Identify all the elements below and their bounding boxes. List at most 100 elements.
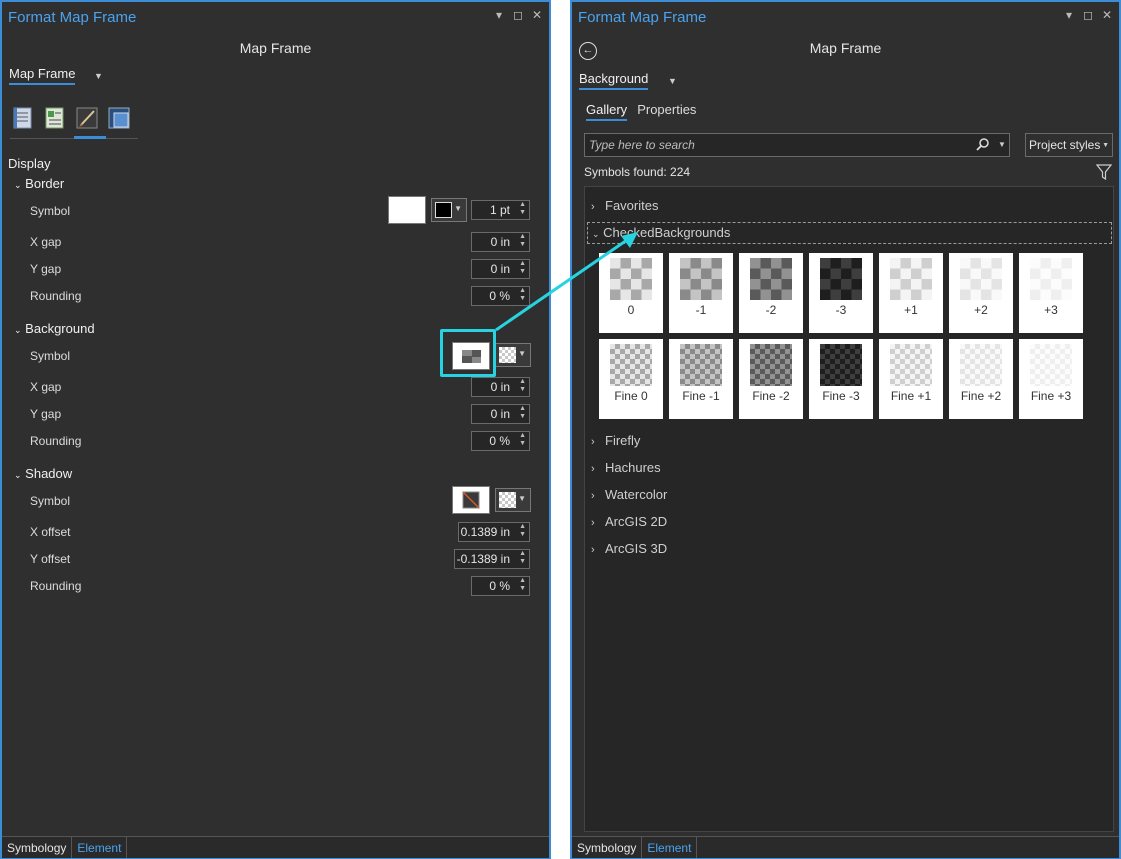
- style-select[interactable]: Project styles ▼: [1025, 133, 1113, 157]
- spinner-arrows-icon[interactable]: ▲ ▼: [519, 523, 526, 539]
- shadow-section-header[interactable]: ⌄ Shadow: [14, 466, 72, 481]
- category-arcgis-2d[interactable]: › ArcGIS 2D: [591, 514, 667, 529]
- symbol-tile[interactable]: +2: [949, 253, 1013, 333]
- display-brush-icon[interactable]: [75, 106, 99, 130]
- symbol-tile[interactable]: Fine -3: [809, 339, 873, 419]
- border-color-dropdown[interactable]: ▼: [431, 198, 467, 222]
- close-icon[interactable]: ✕: [531, 8, 543, 22]
- category-firefly[interactable]: › Firefly: [591, 433, 640, 448]
- checker-pattern-icon: [750, 344, 792, 386]
- tab-element[interactable]: Element: [642, 837, 698, 858]
- shadow-symbol-preview[interactable]: [452, 486, 490, 514]
- chevron-right-icon: ›: [591, 490, 595, 502]
- symbol-tile[interactable]: Fine +1: [879, 339, 943, 419]
- spinner-arrows-icon[interactable]: ▲ ▼: [519, 405, 526, 421]
- shadow-xoffset-spinner[interactable]: 0.1389 in ▲ ▼: [458, 522, 530, 542]
- tab-symbology[interactable]: Symbology: [2, 837, 73, 858]
- background-color-dropdown[interactable]: ▼: [495, 343, 531, 367]
- element-dropdown[interactable]: Map Frame: [9, 66, 76, 85]
- checker-pattern-icon: [1030, 344, 1072, 386]
- spinner-arrows-icon[interactable]: ▲ ▼: [519, 378, 526, 394]
- background-symbol-label: Symbol: [30, 349, 71, 363]
- pane-menu-icon[interactable]: ▾: [493, 8, 505, 22]
- symbol-tile[interactable]: Fine +2: [949, 339, 1013, 419]
- symbol-tile[interactable]: Fine -2: [739, 339, 803, 419]
- border-rounding-spinner[interactable]: 0 % ▲ ▼: [471, 286, 530, 306]
- border-symbol-preview[interactable]: [388, 196, 426, 224]
- map-frame-properties-icon[interactable]: [43, 106, 67, 130]
- tile-label: 0: [627, 303, 635, 317]
- shadow-yoffset-spinner[interactable]: -0.1389 in ▲ ▼: [454, 549, 530, 569]
- tile-label: -3: [835, 303, 847, 317]
- chevron-down-icon[interactable]: ▼: [94, 71, 103, 81]
- chevron-down-icon[interactable]: ▼: [668, 76, 677, 86]
- shadow-symbol-label: Symbol: [30, 494, 71, 508]
- tile-label: Fine -1: [682, 389, 720, 403]
- chevron-right-icon: ›: [591, 436, 595, 448]
- search-input[interactable]: [589, 137, 959, 153]
- pane-menu-icon[interactable]: ▾: [1063, 8, 1075, 22]
- chevron-down-icon: ▼: [454, 204, 462, 213]
- maximize-icon[interactable]: ◻: [1082, 8, 1094, 22]
- search-icon[interactable]: [976, 138, 990, 152]
- symbol-tile[interactable]: +3: [1019, 253, 1083, 333]
- format-map-frame-pane-left: Format Map Frame ▾ ◻ ✕ Map Frame Map Fra…: [0, 0, 551, 859]
- symbol-tile[interactable]: Fine -1: [669, 339, 733, 419]
- symbol-tile[interactable]: Fine +3: [1019, 339, 1083, 419]
- tile-label: +2: [974, 303, 988, 317]
- category-hachures[interactable]: › Hachures: [591, 460, 661, 475]
- background-rounding-spinner[interactable]: 0 % ▲ ▼: [471, 431, 530, 451]
- shadow-yoffset-value: -0.1389 in: [456, 552, 510, 566]
- tile-label: +1: [904, 303, 918, 317]
- category-arcgis-3d[interactable]: › ArcGIS 3D: [591, 541, 667, 556]
- category-watercolor[interactable]: › Watercolor: [591, 487, 667, 502]
- border-ygap-spinner[interactable]: 0 in ▲ ▼: [471, 259, 530, 279]
- tab-gallery[interactable]: Gallery: [586, 102, 628, 121]
- symbol-tile[interactable]: -3: [809, 253, 873, 333]
- spinner-arrows-icon[interactable]: ▲ ▼: [519, 201, 526, 217]
- spinner-arrows-icon[interactable]: ▲ ▼: [519, 577, 526, 593]
- background-xgap-spinner[interactable]: 0 in ▲ ▼: [471, 377, 530, 397]
- symbol-target-dropdown[interactable]: Background: [579, 71, 649, 90]
- chevron-down-icon[interactable]: ▼: [998, 140, 1006, 149]
- border-rounding-value: 0 %: [489, 289, 510, 303]
- spinner-arrows-icon[interactable]: ▲ ▼: [519, 233, 526, 249]
- symbols-found-count: Symbols found: 224: [584, 165, 691, 179]
- tab-element[interactable]: Element: [72, 837, 128, 858]
- chevron-right-icon: ›: [591, 517, 595, 529]
- spinner-arrows-icon[interactable]: ▲ ▼: [519, 260, 526, 276]
- spinner-arrows-icon[interactable]: ▲ ▼: [519, 287, 526, 303]
- tab-properties[interactable]: Properties: [637, 102, 696, 121]
- symbol-tile[interactable]: -2: [739, 253, 803, 333]
- shadow-xoffset-value: 0.1389 in: [460, 525, 510, 539]
- background-section-header[interactable]: ⌄ Background: [14, 321, 95, 336]
- spinner-arrows-icon[interactable]: ▲ ▼: [519, 432, 526, 448]
- background-rounding-value: 0 %: [489, 434, 510, 448]
- checker-pattern-icon: [680, 344, 722, 386]
- maximize-icon[interactable]: ◻: [512, 8, 524, 22]
- shadow-yoffset-label: Y offset: [30, 552, 71, 566]
- category-favorites[interactable]: › Favorites: [591, 198, 658, 213]
- spinner-arrows-icon[interactable]: ▲ ▼: [519, 550, 526, 566]
- border-xgap-spinner[interactable]: 0 in ▲ ▼: [471, 232, 530, 252]
- symbol-tile[interactable]: +1: [879, 253, 943, 333]
- tab-symbology[interactable]: Symbology: [572, 837, 643, 858]
- options-icon[interactable]: [11, 106, 35, 130]
- background-ygap-spinner[interactable]: 0 in ▲ ▼: [471, 404, 530, 424]
- category-label: Watercolor: [605, 487, 668, 502]
- border-section-header[interactable]: ⌄ Border: [14, 176, 64, 191]
- category-checkedbackgrounds[interactable]: ⌄ CheckedBackgrounds: [587, 222, 1112, 244]
- background-rounding-label: Rounding: [30, 434, 82, 448]
- border-width-spinner[interactable]: 1 pt ▲ ▼: [471, 200, 530, 220]
- background-header-label: Background: [25, 321, 95, 336]
- symbol-tile[interactable]: 0: [599, 253, 663, 333]
- symbol-tile[interactable]: -1: [669, 253, 733, 333]
- shadow-rounding-spinner[interactable]: 0 % ▲ ▼: [471, 576, 530, 596]
- shadow-color-dropdown[interactable]: ▼: [495, 488, 531, 512]
- close-icon[interactable]: ✕: [1101, 8, 1113, 22]
- symbol-tile[interactable]: Fine 0: [599, 339, 663, 419]
- chevron-down-icon: ⌄: [14, 470, 22, 480]
- filter-icon[interactable]: [1096, 163, 1112, 181]
- placement-icon[interactable]: [107, 106, 131, 130]
- pane-subtitle: Map Frame: [239, 40, 312, 56]
